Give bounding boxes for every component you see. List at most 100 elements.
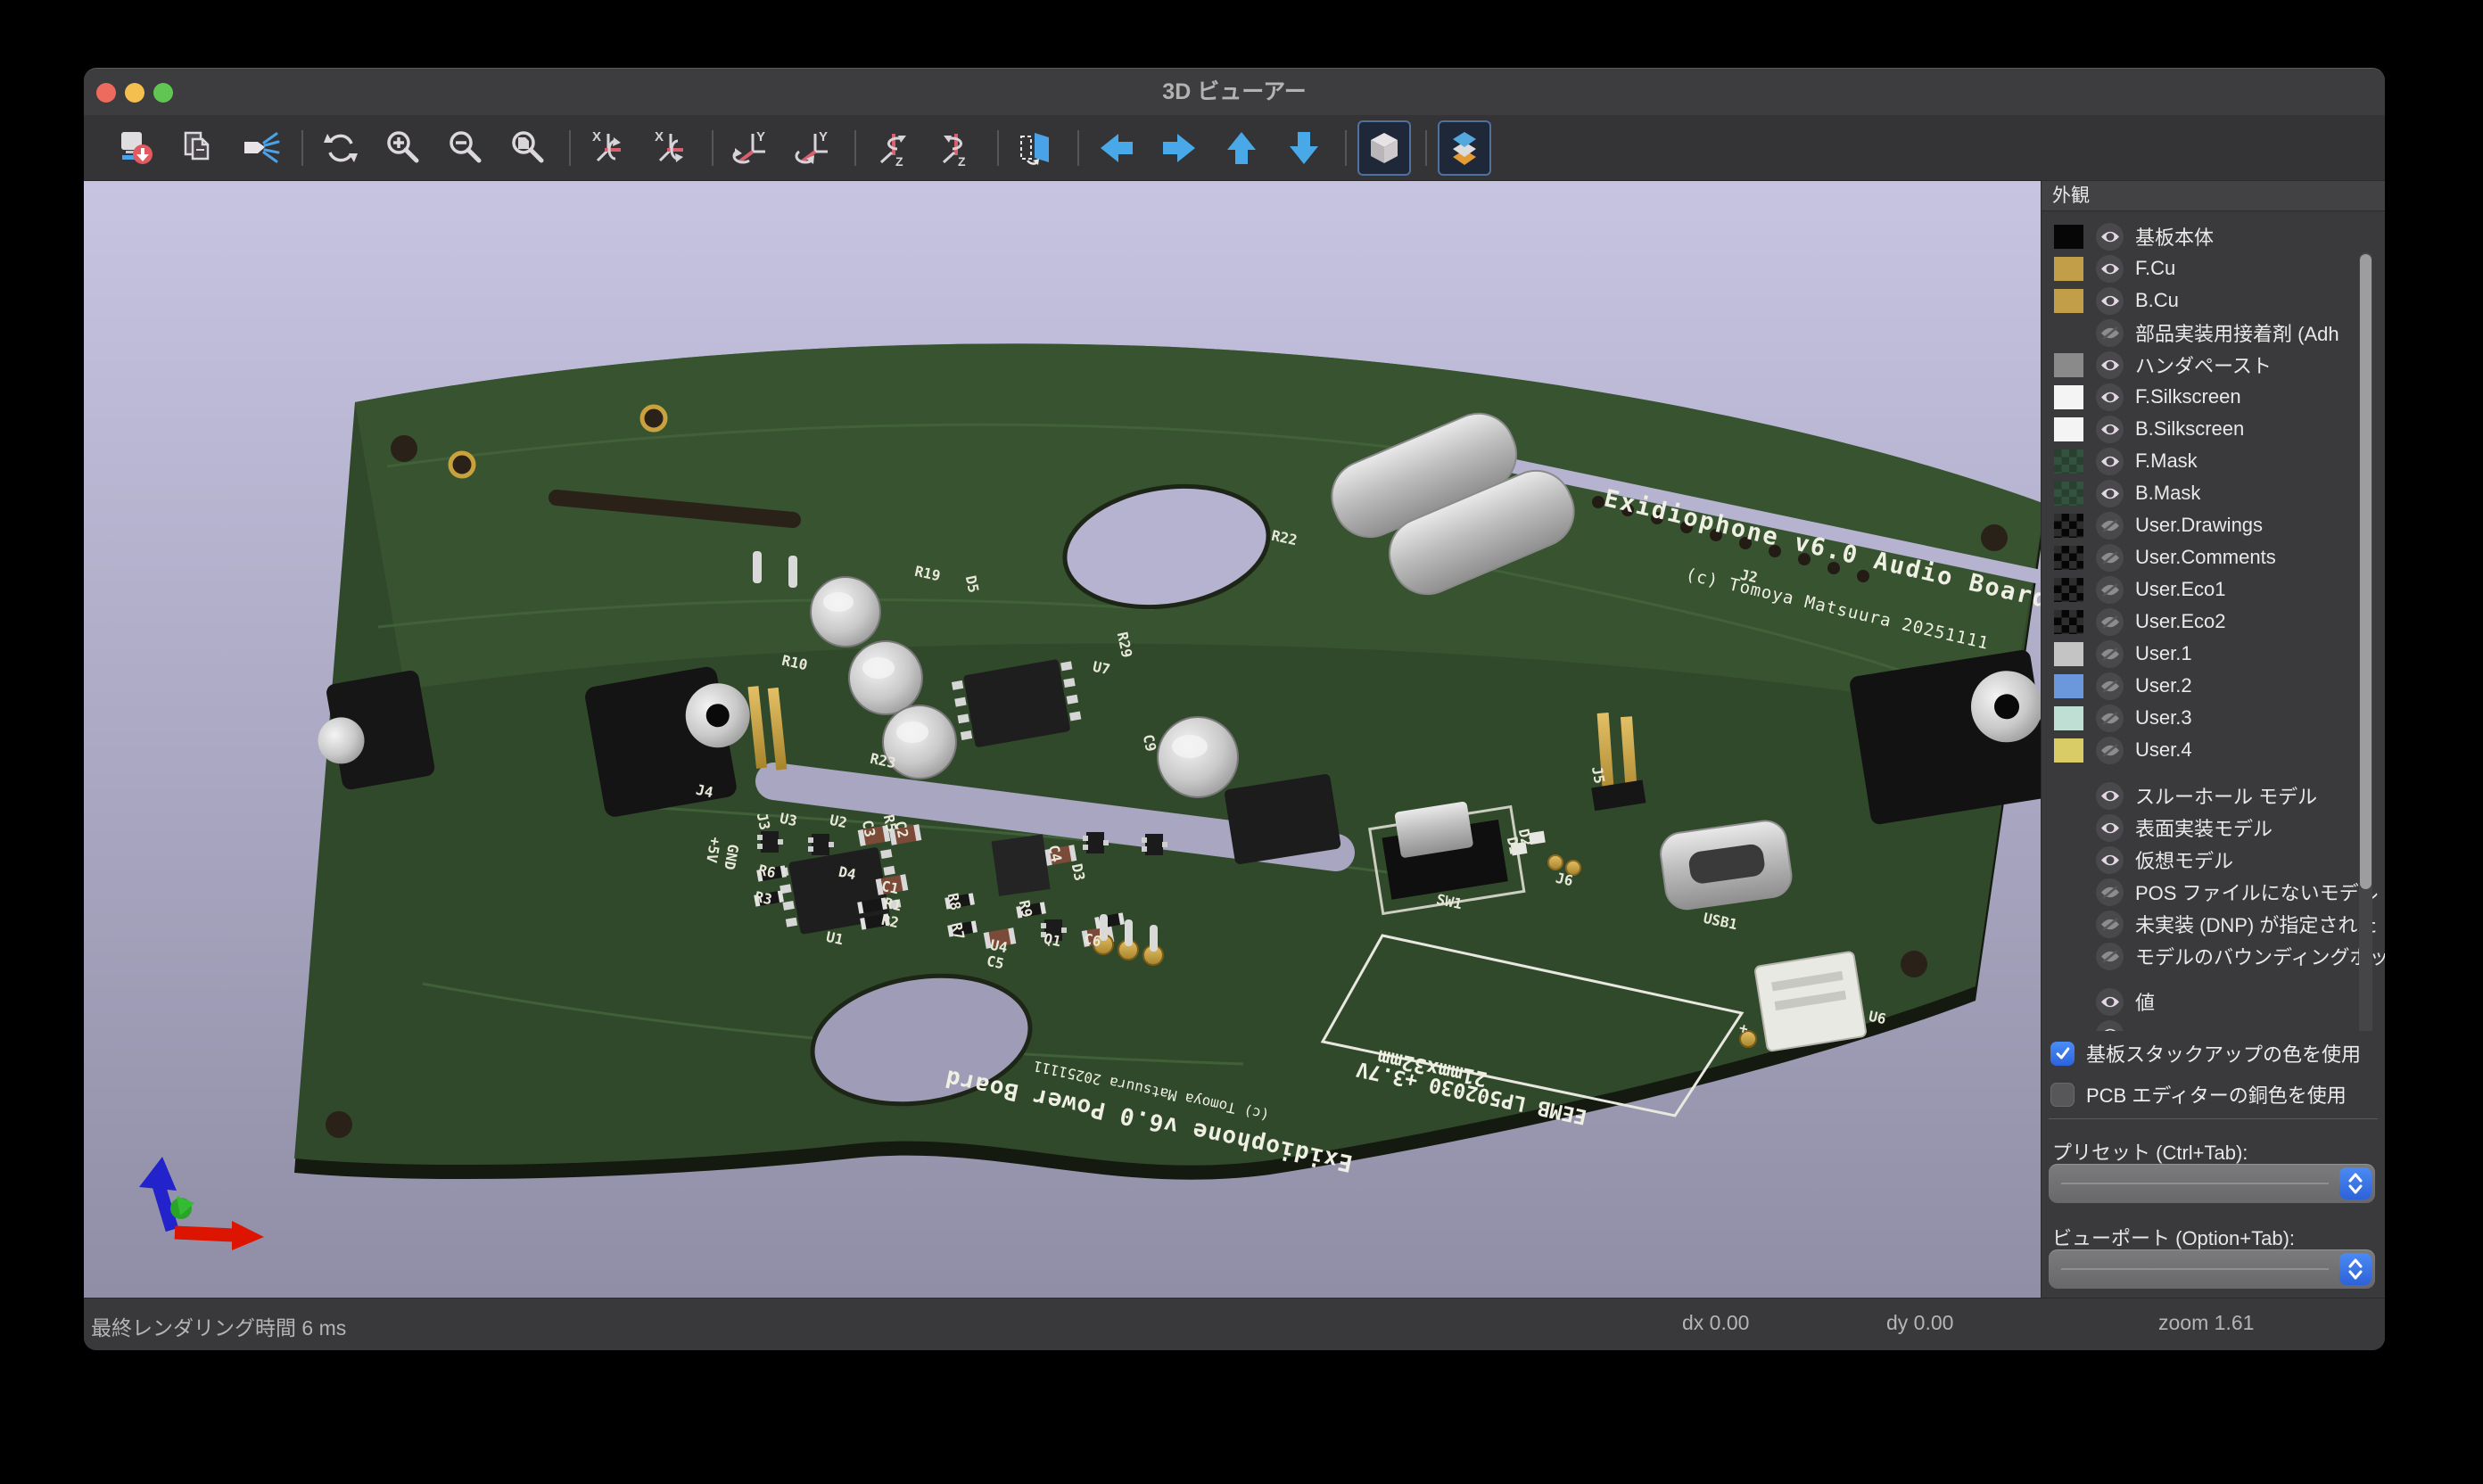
visibility-eye-icon[interactable] bbox=[2096, 255, 2124, 283]
layer-color-swatch[interactable] bbox=[2054, 578, 2083, 602]
layer-color-swatch[interactable] bbox=[2054, 482, 2083, 506]
layer-color-swatch[interactable] bbox=[2054, 289, 2083, 313]
pan-left-button[interactable] bbox=[1092, 122, 1142, 174]
layer-list: 基板本体 F.Cu bbox=[2042, 211, 2385, 1031]
layer-row[interactable]: User.Eco2 bbox=[2042, 606, 2385, 638]
checkbox-unchecked-icon[interactable] bbox=[2050, 1083, 2075, 1107]
visibility-eye-icon[interactable] bbox=[2096, 782, 2124, 810]
rotate-x-cw-button[interactable]: X bbox=[646, 122, 696, 174]
checkbox-checked-icon[interactable] bbox=[2050, 1042, 2075, 1066]
model-row[interactable]: POS ファイルにないモデル bbox=[2042, 876, 2385, 908]
ortho-projection-toggle[interactable] bbox=[1359, 122, 1409, 174]
layer-color-swatch[interactable] bbox=[2054, 546, 2083, 570]
layer-row[interactable]: B.Silkscreen bbox=[2042, 413, 2385, 445]
rotate-z-ccw-button[interactable]: Z bbox=[869, 122, 919, 174]
layer-list-scrollbar[interactable] bbox=[2359, 252, 2372, 1031]
model-row[interactable]: 表面実装モデル bbox=[2042, 812, 2385, 844]
use-pcb-copper-colors-checkbox-row[interactable]: PCB エディターの銅色を使用 bbox=[2050, 1080, 2347, 1109]
layers-toggle[interactable] bbox=[1439, 122, 1489, 174]
model-row[interactable]: 未実装 (DNP) が指定された bbox=[2042, 908, 2385, 940]
layer-color-swatch[interactable] bbox=[2054, 257, 2083, 281]
clipped-row[interactable] bbox=[2042, 1018, 2385, 1031]
layer-color-swatch[interactable] bbox=[2054, 225, 2083, 249]
visibility-eye-off-icon[interactable] bbox=[2096, 737, 2124, 764]
layer-row[interactable]: User.Eco1 bbox=[2042, 573, 2385, 606]
layer-color-swatch[interactable] bbox=[2054, 610, 2083, 634]
refresh-view-button[interactable] bbox=[316, 122, 366, 174]
3d-viewport-canvas[interactable]: Exidiophone v6.0 Audio Board (c) Tomoya … bbox=[84, 181, 2041, 1298]
export-image-button[interactable] bbox=[111, 122, 161, 174]
layer-row[interactable]: User.2 bbox=[2042, 670, 2385, 702]
visibility-eye-icon[interactable] bbox=[2096, 988, 2124, 1016]
visibility-eye-off-icon[interactable] bbox=[2096, 705, 2124, 732]
preset-dropdown-stepper[interactable] bbox=[2339, 1167, 2372, 1200]
zoom-in-button[interactable] bbox=[378, 122, 428, 174]
model-row[interactable]: スルーホール モデル bbox=[2042, 779, 2385, 812]
layer-row[interactable]: ハンダペースト bbox=[2042, 349, 2385, 381]
visibility-eye-icon[interactable] bbox=[2096, 1020, 2124, 1032]
visibility-eye-icon[interactable] bbox=[2096, 223, 2124, 251]
layer-row[interactable]: User.Comments bbox=[2042, 541, 2385, 573]
copy-image-button[interactable] bbox=[173, 122, 223, 174]
zoom-fit-button[interactable] bbox=[503, 122, 553, 174]
visibility-eye-off-icon[interactable] bbox=[2096, 544, 2124, 572]
use-stackup-colors-checkbox-row[interactable]: 基板スタックアップの色を使用 bbox=[2050, 1039, 2361, 1068]
visibility-eye-off-icon[interactable] bbox=[2096, 512, 2124, 540]
layer-color-swatch[interactable] bbox=[2054, 353, 2083, 377]
rotate-x-ccw-button[interactable]: X bbox=[583, 122, 633, 174]
layer-color-swatch[interactable] bbox=[2054, 449, 2083, 474]
visibility-eye-icon[interactable] bbox=[2096, 814, 2124, 842]
visibility-eye-icon[interactable] bbox=[2096, 383, 2124, 411]
rotate-z-cw-button[interactable]: Z bbox=[931, 122, 981, 174]
layer-row[interactable]: B.Mask bbox=[2042, 477, 2385, 509]
rotate-y-ccw-button[interactable]: Y bbox=[726, 122, 776, 174]
layer-color-swatch[interactable] bbox=[2054, 514, 2083, 538]
raytracing-button[interactable] bbox=[235, 122, 285, 174]
titlebar[interactable]: 3D ビューアー bbox=[84, 69, 2385, 115]
visibility-eye-off-icon[interactable] bbox=[2096, 878, 2124, 906]
scrollbar-thumb[interactable] bbox=[2360, 254, 2372, 889]
visibility-eye-icon[interactable] bbox=[2096, 416, 2124, 443]
layer-color-swatch[interactable] bbox=[2054, 385, 2083, 409]
visibility-eye-off-icon[interactable] bbox=[2096, 943, 2124, 970]
layer-color-swatch[interactable] bbox=[2054, 321, 2083, 345]
visibility-eye-off-icon[interactable] bbox=[2096, 911, 2124, 938]
layer-color-swatch[interactable] bbox=[2054, 417, 2083, 441]
visibility-eye-off-icon[interactable] bbox=[2096, 640, 2124, 668]
visibility-eye-icon[interactable] bbox=[2096, 287, 2124, 315]
layer-row[interactable]: User.3 bbox=[2042, 702, 2385, 734]
visibility-eye-off-icon[interactable] bbox=[2096, 319, 2124, 347]
layer-row[interactable]: User.4 bbox=[2042, 734, 2385, 766]
pan-down-button[interactable] bbox=[1279, 122, 1329, 174]
layer-color-swatch[interactable] bbox=[2054, 706, 2083, 730]
value-row[interactable]: 値 bbox=[2042, 985, 2385, 1018]
visibility-eye-off-icon[interactable] bbox=[2096, 608, 2124, 636]
layer-row[interactable]: User.Drawings bbox=[2042, 509, 2385, 541]
visibility-eye-off-icon[interactable] bbox=[2096, 672, 2124, 700]
layer-row[interactable]: User.1 bbox=[2042, 638, 2385, 670]
flip-board-button[interactable] bbox=[1011, 122, 1061, 174]
visibility-eye-icon[interactable] bbox=[2096, 448, 2124, 475]
pan-up-button[interactable] bbox=[1217, 122, 1266, 174]
pan-right-button[interactable] bbox=[1154, 122, 1204, 174]
layer-row[interactable]: 部品実装用接着剤 (Adh bbox=[2042, 317, 2385, 349]
layer-row[interactable]: F.Silkscreen bbox=[2042, 381, 2385, 413]
model-row[interactable]: モデルのバウンディングボックス bbox=[2042, 940, 2385, 972]
layer-color-swatch[interactable] bbox=[2054, 674, 2083, 698]
layer-row[interactable]: B.Cu bbox=[2042, 284, 2385, 317]
visibility-eye-icon[interactable] bbox=[2096, 351, 2124, 379]
layer-row[interactable]: F.Mask bbox=[2042, 445, 2385, 477]
viewport-dropdown[interactable] bbox=[2049, 1249, 2375, 1289]
visibility-eye-icon[interactable] bbox=[2096, 846, 2124, 874]
visibility-eye-icon[interactable] bbox=[2096, 480, 2124, 507]
layer-color-swatch[interactable] bbox=[2054, 642, 2083, 666]
preset-dropdown[interactable] bbox=[2049, 1164, 2375, 1203]
layer-row[interactable]: F.Cu bbox=[2042, 252, 2385, 284]
layer-color-swatch[interactable] bbox=[2054, 738, 2083, 763]
visibility-eye-off-icon[interactable] bbox=[2096, 576, 2124, 604]
model-row[interactable]: 仮想モデル bbox=[2042, 844, 2385, 876]
layer-row[interactable]: 基板本体 bbox=[2042, 220, 2385, 252]
rotate-y-cw-button[interactable]: Y bbox=[788, 122, 838, 174]
viewport-dropdown-stepper[interactable] bbox=[2339, 1253, 2372, 1285]
zoom-out-button[interactable] bbox=[441, 122, 491, 174]
